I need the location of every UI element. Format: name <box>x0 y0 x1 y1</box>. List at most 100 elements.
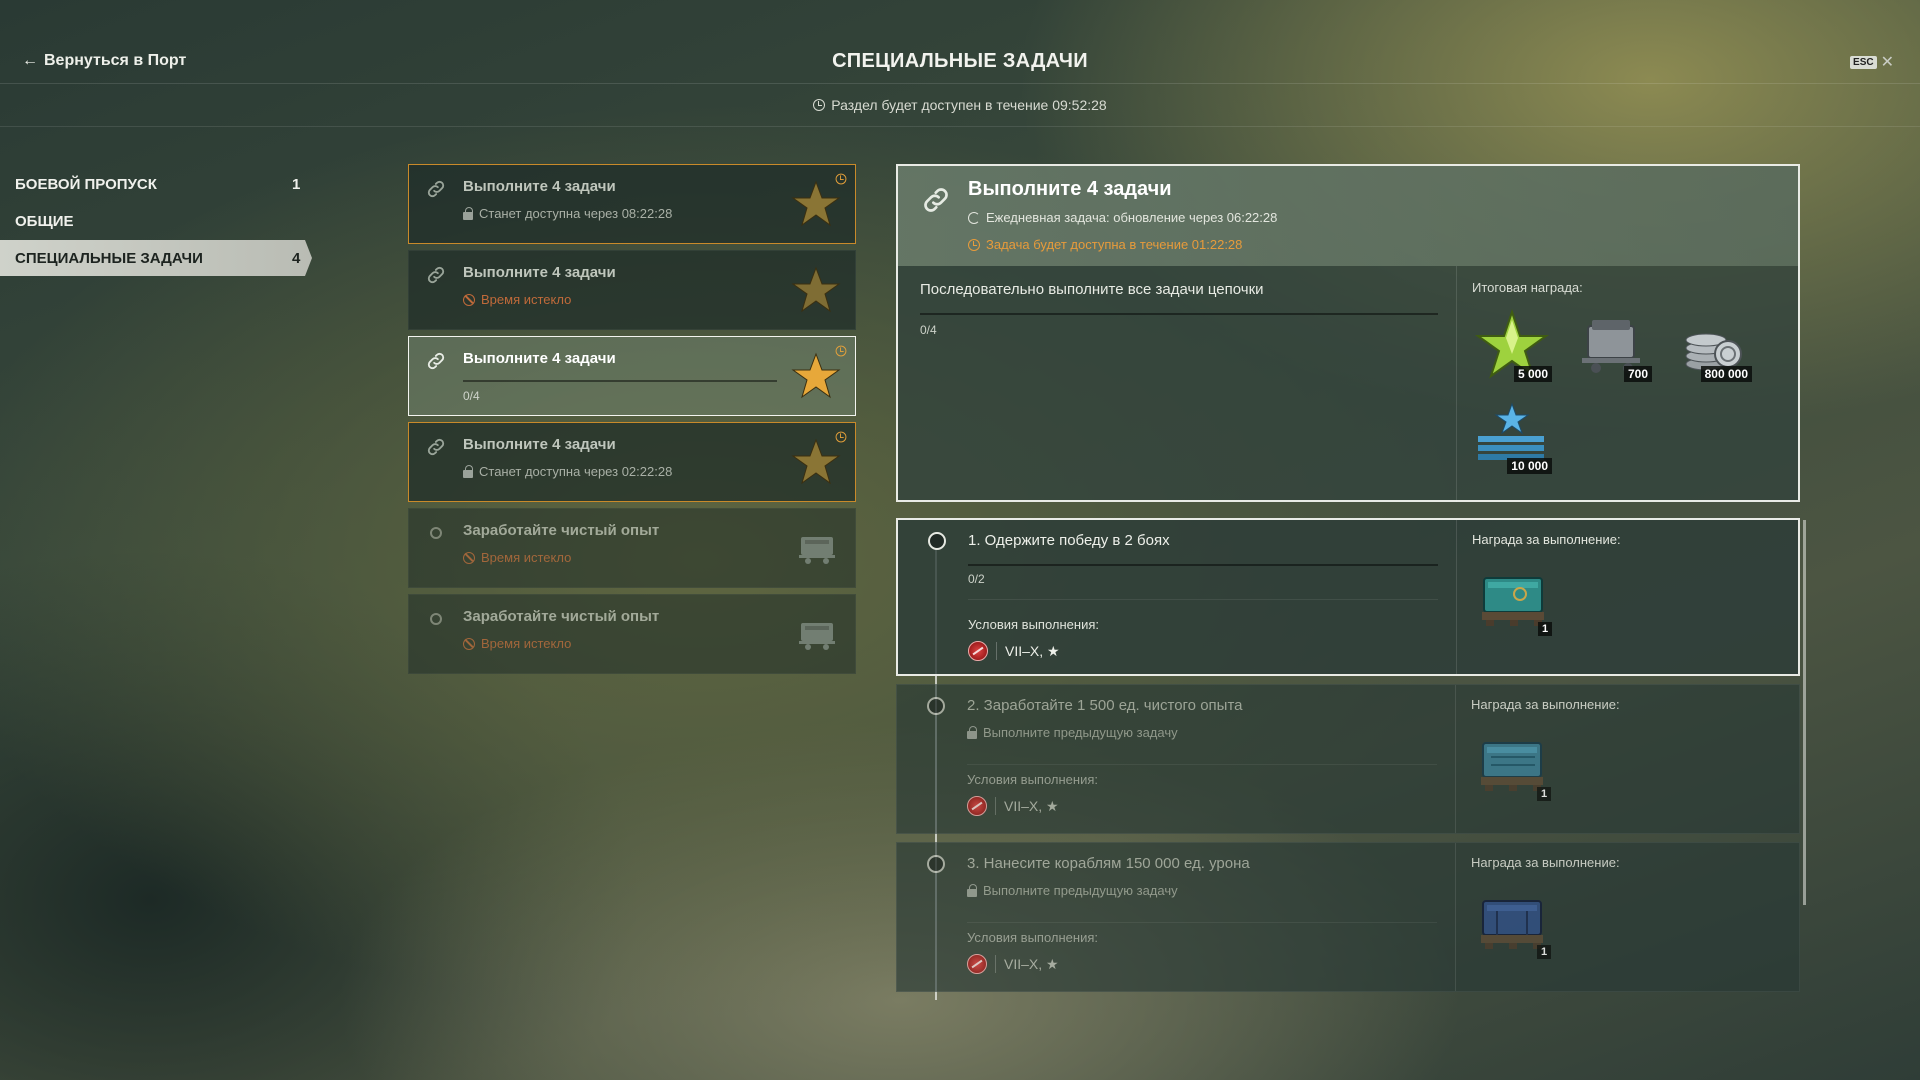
final-reward-title: Итоговая награда: <box>1472 280 1583 295</box>
availability-timer: Раздел будет доступен в течение 09:52:28 <box>0 97 1920 113</box>
step-title: 3. Нанесите кораблям 150 000 ед. урона <box>967 855 1250 872</box>
reward-free-xp[interactable]: 10 000 <box>1472 398 1552 478</box>
clock-icon <box>835 431 847 443</box>
chain-steps: 1. Одержите победу в 2 боях 0/2 Условия … <box>896 518 1800 1000</box>
step-conditions-text: VII–X, ★ <box>1004 955 1059 972</box>
lock-icon <box>967 725 977 739</box>
sidebar-item-count: 4 <box>292 249 301 267</box>
container-reward-icon[interactable] <box>1477 733 1549 795</box>
task-detail-title: Выполните 4 задачи <box>968 178 1172 200</box>
sidebar-item-special-tasks[interactable]: СПЕЦИАЛЬНЫЕ ЗАДАЧИ 4 <box>0 240 312 276</box>
close-icon[interactable]: ✕ <box>1881 52 1894 72</box>
availability-line: Задача будет доступна в течение 01:22:28 <box>968 237 1242 252</box>
clock-icon <box>835 173 847 185</box>
step-title: 1. Одержите победу в 2 боях <box>968 532 1170 549</box>
reward-credits[interactable]: 800 000 <box>1672 306 1752 386</box>
close-button[interactable]: ESC ✕ <box>1850 52 1894 72</box>
divider <box>1455 685 1456 833</box>
daily-refresh-text: Ежедневная задача: обновление через 06:2… <box>986 210 1278 225</box>
step-progress-text: 0/2 <box>968 572 985 586</box>
task-status: Время истекло <box>463 550 571 565</box>
step-indicator-icon <box>927 697 945 715</box>
step-conditions-text: VII–X, ★ <box>1004 797 1059 814</box>
link-icon <box>425 436 447 458</box>
task-status-text: Время истекло <box>481 636 572 651</box>
task-status: Время истекло <box>463 636 571 651</box>
step-conditions-label: Условия выполнения: <box>967 772 1098 787</box>
step-indicator-icon <box>927 855 945 873</box>
step-lock: Выполните предыдущую задачу <box>967 883 1178 898</box>
sidebar-item-label: ОБЩИЕ <box>15 212 74 230</box>
battle-type-icon <box>968 641 988 661</box>
step-conditions: VII–X, ★ <box>968 641 1060 661</box>
task-status: Станет доступна через 08:22:28 <box>463 206 672 221</box>
task-card[interactable]: Заработайте чистый опыт Время истекло <box>408 594 856 674</box>
step-reward-title: Награда за выполнение: <box>1471 697 1620 712</box>
task-status: Время истекло <box>463 292 571 307</box>
step-conditions-text: VII–X, ★ <box>1005 642 1060 659</box>
page-title: СПЕЦИАЛЬНЫЕ ЗАДАЧИ <box>832 50 1088 72</box>
lock-icon <box>967 883 977 897</box>
container-reward-icon[interactable] <box>1478 568 1550 630</box>
step-title: 2. Заработайте 1 500 ед. чистого опыта <box>967 697 1243 714</box>
reward-cart[interactable]: 700 <box>1572 306 1652 386</box>
task-card[interactable]: Выполните 4 задачи Станет доступна через… <box>408 164 856 244</box>
reward-star[interactable]: 5 000 <box>1472 306 1552 386</box>
link-icon <box>920 184 952 216</box>
task-status-text: Станет доступна через 02:22:28 <box>479 464 673 479</box>
divider <box>1456 266 1457 502</box>
task-status-text: Станет доступна через 08:22:28 <box>479 206 673 221</box>
container-reward-icon[interactable] <box>1477 891 1549 953</box>
divider <box>995 797 996 815</box>
reward-amount: 1 <box>1538 622 1553 636</box>
chain-step[interactable]: 2. Заработайте 1 500 ед. чистого опыта В… <box>896 684 1800 834</box>
expired-icon <box>463 551 475 564</box>
chain-step[interactable]: 1. Одержите победу в 2 боях 0/2 Условия … <box>896 518 1800 676</box>
sidebar: БОЕВОЙ ПРОПУСК 1 ОБЩИЕ СПЕЦИАЛЬНЫЕ ЗАДАЧ… <box>0 166 320 277</box>
divider <box>967 922 1437 923</box>
cart-icon <box>797 617 837 651</box>
star-icon <box>791 265 841 315</box>
task-title: Выполните 4 задачи <box>463 436 616 453</box>
task-card-selected[interactable]: Выполните 4 задачи 0/4 <box>408 336 856 416</box>
chain-progress-bar <box>920 313 1438 315</box>
clock-icon <box>835 345 847 357</box>
scrollbar[interactable] <box>1803 520 1806 905</box>
step-lock-text: Выполните предыдущую задачу <box>983 883 1178 898</box>
sidebar-item-label: СПЕЦИАЛЬНЫЕ ЗАДАЧИ <box>15 249 203 267</box>
step-conditions: VII–X, ★ <box>967 796 1059 816</box>
task-title: Заработайте чистый опыт <box>463 522 660 539</box>
step-conditions: VII–X, ★ <box>967 954 1059 974</box>
sidebar-item-battle-pass[interactable]: БОЕВОЙ ПРОПУСК 1 <box>0 166 320 202</box>
task-title: Выполните 4 задачи <box>463 350 616 367</box>
daily-refresh-line: Ежедневная задача: обновление через 06:2… <box>968 210 1277 225</box>
task-title: Заработайте чистый опыт <box>463 608 660 625</box>
divider <box>996 642 997 660</box>
sidebar-item-general[interactable]: ОБЩИЕ <box>0 203 320 239</box>
sidebar-item-label: БОЕВОЙ ПРОПУСК <box>15 175 157 193</box>
task-title: Выполните 4 задачи <box>463 264 616 281</box>
chain-step[interactable]: 3. Нанесите кораблям 150 000 ед. урона В… <box>896 842 1800 992</box>
step-lock-text: Выполните предыдущую задачу <box>983 725 1178 740</box>
sidebar-item-count: 1 <box>292 175 301 193</box>
step-lock: Выполните предыдущую задачу <box>967 725 1178 740</box>
step-progress-bar <box>968 564 1438 566</box>
divider <box>968 599 1438 600</box>
reward-amount: 800 000 <box>1700 366 1752 382</box>
expired-icon <box>463 637 475 650</box>
chain-progress-text: 0/4 <box>920 323 937 337</box>
task-status-text: Время истекло <box>481 550 572 565</box>
cart-icon <box>797 531 837 565</box>
task-list: Выполните 4 задачи Станет доступна через… <box>408 164 856 680</box>
task-title: Выполните 4 задачи <box>463 178 616 195</box>
clock-icon <box>968 238 980 251</box>
top-bar: ← Вернуться в Порт СПЕЦИАЛЬНЫЕ ЗАДАЧИ ES… <box>0 0 1920 127</box>
divider <box>967 764 1437 765</box>
expired-icon <box>463 293 475 306</box>
step-reward-title: Награда за выполнение: <box>1471 855 1620 870</box>
task-card[interactable]: Выполните 4 задачи Время истекло <box>408 250 856 330</box>
lock-icon <box>463 206 473 220</box>
task-card[interactable]: Выполните 4 задачи Станет доступна через… <box>408 422 856 502</box>
task-card[interactable]: Заработайте чистый опыт Время истекло <box>408 508 856 588</box>
battle-type-icon <box>967 954 987 974</box>
